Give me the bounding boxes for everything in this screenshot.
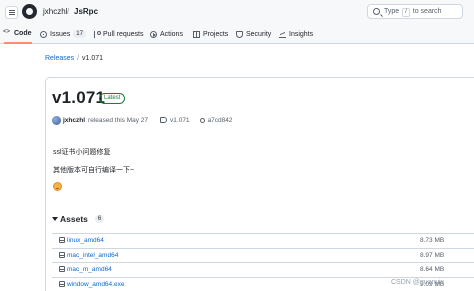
search-placeholder: Type / to search [384, 8, 442, 17]
search-input[interactable]: Type / to search [367, 4, 463, 19]
release-card: v1.071 Latest jxhczhl released this May … [45, 77, 474, 200]
asset-link[interactable]: window_amd64.exe [67, 281, 124, 288]
repo-name-link[interactable]: JsRpc [74, 7, 98, 16]
tab-label: Insights [289, 30, 314, 38]
release-note: ssl证书小问题修复 [53, 149, 111, 156]
issue-icon [40, 30, 47, 38]
breadcrumb-separator: / [77, 55, 80, 62]
tab-label: Actions [160, 30, 183, 38]
github-logo-icon[interactable] [22, 4, 37, 19]
author-link[interactable]: jxhczhl [63, 117, 85, 124]
shield-icon [236, 30, 243, 38]
release-title: v1.071 [52, 88, 106, 107]
tab-label: Issues [50, 30, 71, 38]
releases-link[interactable]: Releases [45, 55, 74, 62]
asset-link[interactable]: mac_intel_amd64 [67, 252, 118, 259]
asset-size: 8.64 MB [420, 266, 445, 273]
package-icon [59, 237, 65, 243]
assets-heading: Assets [60, 214, 88, 224]
asset-link[interactable]: linux_amd64 [67, 237, 104, 244]
package-icon [59, 280, 65, 287]
list-item: mac_m_amd64 8.64 MB [52, 263, 474, 278]
released-text: released this May 27 [88, 116, 149, 124]
tab-issues[interactable]: Issues 17 [40, 24, 86, 44]
issues-count-badge: 17 [73, 30, 86, 38]
repo-nav: Code Issues 17 Pull requests Actions Pro… [0, 24, 474, 44]
tab-label: Code [14, 29, 32, 37]
package-icon [59, 251, 65, 258]
reaction-emoji-icon[interactable] [53, 182, 62, 191]
avatar[interactable] [52, 115, 61, 125]
top-bar: jxhczhl / JsRpc Type / to search [0, 0, 474, 24]
triangle-down-icon [52, 217, 58, 221]
tab-label: Security [246, 30, 272, 38]
release-note: 其他版本可自行编译一下~ [53, 167, 135, 174]
pull-request-icon [93, 30, 101, 38]
graph-icon [279, 31, 286, 38]
tag-icon [160, 117, 168, 123]
repo-separator: / [67, 7, 70, 16]
commit-icon [199, 117, 205, 123]
assets-count-badge: 6 [94, 215, 105, 223]
table-icon [193, 30, 200, 38]
tab-actions[interactable]: Actions [150, 24, 183, 44]
tab-label: Projects [203, 30, 229, 38]
package-icon [59, 266, 65, 272]
breadcrumb-current: v1.071 [82, 55, 104, 62]
repo-owner-link[interactable]: jxhczhl [43, 7, 67, 16]
commit-link[interactable]: a7cd842 [208, 117, 233, 124]
tab-insights[interactable]: Insights [279, 24, 313, 44]
play-icon [150, 30, 157, 38]
assets-toggle[interactable]: Assets 6 [52, 214, 105, 224]
breadcrumb: Releases / v1.071 [45, 55, 103, 62]
menu-icon[interactable] [5, 6, 18, 19]
asset-size: 8.97 MB [420, 251, 445, 259]
tab-label: Pull requests [103, 30, 144, 38]
latest-badge: Latest [99, 93, 126, 104]
tab-pull-requests[interactable]: Pull requests [93, 24, 143, 44]
list-item: mac_intel_amd64 8.97 MB [52, 249, 474, 263]
asset-size: 8.73 MB [420, 237, 445, 244]
release-meta: jxhczhl released this May 27 v1.071 a7cd… [52, 115, 233, 125]
code-icon [3, 29, 11, 37]
tag-link[interactable]: v1.071 [170, 117, 190, 124]
tab-projects[interactable]: Projects [193, 24, 228, 44]
list-item: linux_amd64 8.73 MB [52, 234, 474, 249]
tab-code[interactable]: Code [3, 24, 32, 44]
asset-link[interactable]: mac_m_amd64 [67, 266, 112, 273]
tab-security[interactable]: Security [236, 24, 271, 44]
watermark: CSDN @guanyix [391, 279, 445, 286]
search-icon [373, 8, 380, 15]
